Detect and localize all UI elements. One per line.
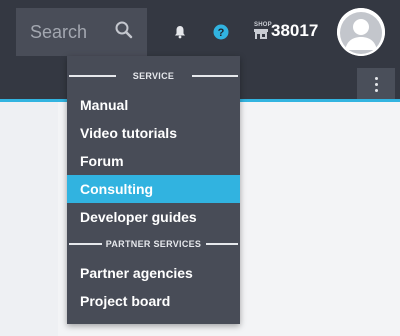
section-divider: [192, 75, 238, 77]
section-header-partner-services: PARTNER SERVICES: [67, 236, 240, 252]
help-icon[interactable]: ?: [212, 23, 230, 41]
content-area-left: [0, 102, 58, 336]
shop-label: SHOP: [254, 22, 272, 28]
menu-item-video-tutorials[interactable]: Video tutorials: [67, 119, 240, 147]
kebab-dot-icon: [375, 89, 378, 92]
svg-text:?: ?: [218, 27, 225, 39]
avatar[interactable]: [337, 8, 385, 56]
menu-item-consulting[interactable]: Consulting: [67, 175, 240, 203]
credits-count[interactable]: 38017: [271, 20, 318, 42]
search-button[interactable]: Search: [16, 8, 147, 56]
section-header-service: SERVICE: [67, 68, 240, 84]
shop-icon[interactable]: SHOP: [254, 22, 272, 39]
more-options-button[interactable]: [357, 68, 395, 100]
menu-item-project-board[interactable]: Project board: [67, 287, 240, 315]
kebab-dot-icon: [375, 83, 378, 86]
menu-item-manual[interactable]: Manual: [67, 91, 240, 119]
bell-icon[interactable]: [172, 24, 188, 40]
menu-item-developer-guides[interactable]: Developer guides: [67, 203, 240, 231]
kebab-dot-icon: [375, 77, 378, 80]
section-divider: [206, 243, 238, 245]
menu-item-forum[interactable]: Forum: [67, 147, 240, 175]
search-label: Search: [30, 22, 88, 42]
help-dropdown-menu: SERVICE Manual Video tutorials Forum Con…: [67, 56, 240, 324]
menu-item-partner-agencies[interactable]: Partner agencies: [67, 259, 240, 287]
top-navigation-bar: Search ? SHOP 38017: [0, 0, 400, 64]
